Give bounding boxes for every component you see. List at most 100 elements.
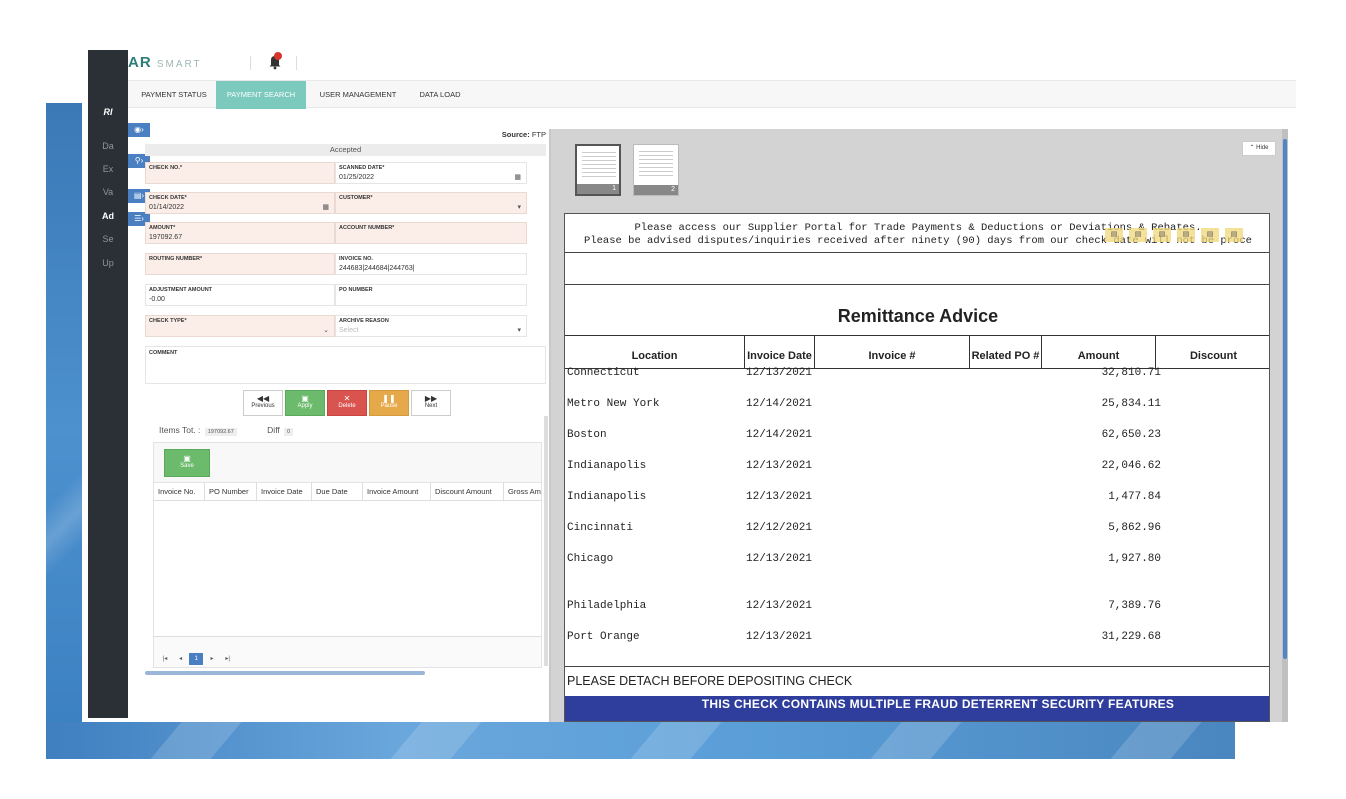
- first-page-icon[interactable]: |◂: [158, 653, 172, 665]
- brand-logo[interactable]: AR SMART: [128, 54, 202, 71]
- remittance-row: Indianapolis 12/13/2021 22,046.62: [565, 460, 1269, 476]
- column-header-invoice-amount[interactable]: Invoice Amount: [363, 483, 431, 501]
- next-button[interactable]: ▶▶ Next: [411, 390, 451, 416]
- check-date-field[interactable]: CHECK DATE* 01/14/2022 ▦: [145, 192, 335, 214]
- column-header-invoice-date[interactable]: Invoice Date: [257, 483, 312, 501]
- row-invoice-date: 12/13/2021: [746, 600, 813, 612]
- check-date-label: CHECK DATE*: [149, 195, 187, 201]
- prev-page-icon[interactable]: ◂: [174, 653, 188, 665]
- next-page-icon[interactable]: ▸: [205, 653, 219, 665]
- highlight-marker-icon[interactable]: ▤: [1105, 228, 1123, 242]
- scanned-date-field[interactable]: SCANNED DATE* 01/25/2022 ▦: [335, 162, 527, 184]
- highlight-marker-icon[interactable]: ▤: [1225, 228, 1243, 242]
- chevron-down-icon[interactable]: ⌄: [323, 326, 329, 334]
- row-amount: 25,834.11: [1101, 398, 1161, 410]
- archive-reason-select[interactable]: ARCHIVE REASON Select ▾: [335, 315, 527, 337]
- check-type-label: CHECK TYPE*: [149, 318, 187, 324]
- col-discount: Discount: [1189, 350, 1238, 362]
- row-amount: 62,650.23: [1101, 429, 1161, 441]
- routing-number-field[interactable]: ROUTING NUMBER*: [145, 253, 335, 275]
- current-page[interactable]: 1: [189, 653, 204, 665]
- save-icon: ▣: [301, 394, 309, 403]
- nav-item-up[interactable]: Up: [88, 253, 128, 273]
- highlight-marker-icon[interactable]: ▤: [1201, 228, 1219, 242]
- tab-user-management[interactable]: USER MANAGEMENT: [306, 81, 410, 109]
- row-amount: 22,046.62: [1101, 460, 1161, 472]
- delete-button[interactable]: ✕ Delete: [327, 390, 367, 416]
- record-icon: ◉›: [134, 125, 144, 134]
- document-viewer: 1 2 ⌃ Hide Please access our Supplier Po…: [549, 129, 1288, 722]
- source-indicator: Source: FTP: [502, 130, 546, 139]
- row-amount: 1,477.84: [1108, 491, 1161, 503]
- pause-button[interactable]: ❚❚ Pause: [369, 390, 409, 416]
- tab-data-load[interactable]: DATA LOAD: [410, 81, 470, 109]
- header-divider: [296, 56, 297, 70]
- customer-label: CUSTOMER*: [339, 195, 373, 201]
- amount-value: 197092.67: [149, 234, 183, 241]
- caret-down-icon[interactable]: ▾: [517, 326, 521, 334]
- amount-field[interactable]: AMOUNT* 197092.67: [145, 222, 335, 244]
- account-number-label: ACCOUNT NUMBER*: [339, 225, 395, 231]
- form-vertical-scrollbar[interactable]: [544, 416, 548, 666]
- nav-item-ad[interactable]: Ad: [88, 206, 128, 226]
- previous-button[interactable]: ◀◀ Previous: [243, 390, 283, 416]
- comment-textarea[interactable]: COMMENT: [145, 346, 546, 384]
- row-invoice-date: 12/12/2021: [746, 522, 813, 534]
- page-thumbnail-1[interactable]: 1: [575, 144, 621, 196]
- adjustment-amount-field[interactable]: ADJUSTMENT AMOUNT -0.00: [145, 284, 335, 306]
- routing-number-label: ROUTING NUMBER*: [149, 256, 203, 262]
- nav-item-se[interactable]: Se: [88, 229, 128, 249]
- row-invoice-date: 12/13/2021: [746, 367, 813, 379]
- nav-item-va[interactable]: Va: [88, 182, 128, 202]
- row-invoice-date: 12/13/2021: [746, 460, 813, 472]
- hide-button[interactable]: ⌃ Hide: [1242, 141, 1276, 156]
- row-location: Philadelphia: [567, 600, 647, 612]
- highlight-marker-icon[interactable]: ▤: [1129, 228, 1147, 242]
- nav-item-ex[interactable]: Ex: [88, 159, 128, 179]
- next-icon: ▶▶: [424, 394, 438, 403]
- previous-icon: ◀◀: [256, 394, 270, 403]
- remittance-row: Connecticut 12/13/2021 32,810.71: [565, 367, 1269, 383]
- column-header-po-number[interactable]: PO Number: [205, 483, 257, 501]
- remittance-table-header: Location Invoice Date Invoice # Related …: [565, 335, 1269, 369]
- tab-payment-search[interactable]: PAYMENT SEARCH: [216, 81, 306, 109]
- po-number-field[interactable]: PO NUMBER: [335, 284, 527, 306]
- row-invoice-date: 12/13/2021: [746, 553, 813, 565]
- invoice-no-label: INVOICE NO.: [339, 256, 373, 262]
- adjustment-amount-label: ADJUSTMENT AMOUNT: [149, 287, 213, 293]
- column-header-due-date[interactable]: Due Date: [312, 483, 363, 501]
- viewer-scrollbar[interactable]: [1282, 129, 1288, 722]
- highlight-marker-icon[interactable]: ▤: [1153, 228, 1171, 242]
- column-header-invoice-no[interactable]: Invoice No.: [154, 483, 205, 501]
- hide-label: Hide: [1256, 145, 1269, 151]
- grid-horizontal-scrollbar[interactable]: [145, 671, 425, 675]
- save-button[interactable]: ▣ Save: [164, 449, 210, 477]
- column-header-discount-amount[interactable]: Discount Amount: [431, 483, 504, 501]
- nav-item-da[interactable]: Da: [88, 136, 128, 156]
- apply-button[interactable]: ▣ Apply: [285, 390, 325, 416]
- calendar-icon[interactable]: ▦: [514, 173, 521, 181]
- remittance-row: Chicago 12/13/2021 1,927.80: [565, 553, 1269, 569]
- col-amount: Amount: [1042, 336, 1156, 369]
- page-thumbnail-2[interactable]: 2: [633, 144, 679, 196]
- delete-icon: ✕: [343, 394, 351, 403]
- last-page-icon[interactable]: ▸|: [221, 653, 235, 665]
- check-no-field[interactable]: CHECK NO.*: [145, 162, 335, 184]
- row-invoice-date: 12/14/2021: [746, 429, 813, 441]
- check-type-select[interactable]: CHECK TYPE* ⌄: [145, 315, 335, 337]
- grid-header: Invoice No. PO Number Invoice Date Due D…: [154, 483, 541, 501]
- previous-label: Previous: [251, 403, 275, 409]
- row-location: Connecticut: [567, 367, 640, 379]
- document-icon: ▤›: [133, 191, 145, 200]
- invoice-no-field[interactable]: INVOICE NO. 244683|244684|244763|: [335, 253, 527, 275]
- calendar-icon[interactable]: ▦: [322, 203, 329, 211]
- customer-field[interactable]: CUSTOMER* ▾: [335, 192, 527, 214]
- remittance-row: Port Orange 12/13/2021 31,229.68: [565, 631, 1269, 647]
- column-header-gross-amount[interactable]: Gross Am: [504, 483, 541, 501]
- side-toggle-status[interactable]: ◉›: [128, 123, 150, 137]
- caret-down-icon[interactable]: ▾: [517, 203, 521, 211]
- tab-payment-status[interactable]: PAYMENT STATUS: [132, 81, 216, 109]
- col-location: Location: [565, 336, 745, 369]
- account-number-field[interactable]: ACCOUNT NUMBER*: [335, 222, 527, 244]
- highlight-marker-icon[interactable]: ▤: [1177, 228, 1195, 242]
